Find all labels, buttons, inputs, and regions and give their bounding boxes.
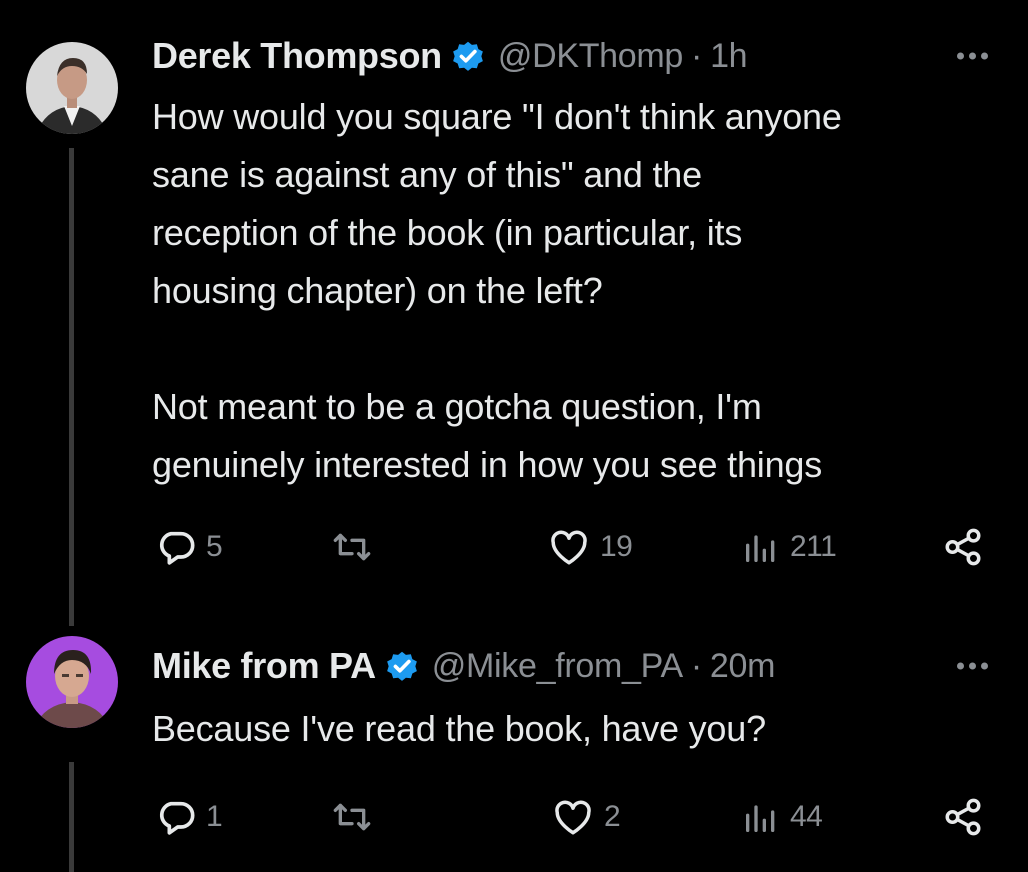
reply-count: 5 — [206, 530, 223, 563]
separator-dot: · — [691, 36, 703, 75]
more-icon[interactable] — [957, 662, 988, 670]
reply-count: 1 — [206, 800, 223, 833]
separator-dot: · — [690, 646, 702, 685]
tweet-time[interactable]: 1h — [710, 37, 748, 75]
views-icon — [746, 805, 775, 832]
handle-and-time: @DKThomp · 1h — [498, 36, 748, 76]
retweet-icon — [333, 803, 371, 831]
author-name[interactable]: Derek Thompson — [152, 35, 442, 77]
tweet-text-line: reception of the book (in particular, it… — [152, 212, 743, 253]
tweet-text: How would you square "I don't think anyo… — [152, 88, 998, 494]
reply-button[interactable]: 1 — [156, 792, 223, 842]
heart-icon — [555, 800, 591, 835]
thread-line — [69, 148, 74, 626]
views-count: 44 — [790, 800, 823, 833]
tweet-text-line: Not meant to be a gotcha question, I'm — [152, 386, 762, 427]
retweet-icon — [333, 533, 371, 561]
views-button[interactable]: 44 — [742, 792, 823, 842]
like-count: 19 — [600, 530, 633, 563]
tweet-time[interactable]: 20m — [710, 647, 776, 685]
share-icon — [945, 798, 981, 836]
verified-badge-icon — [384, 648, 420, 684]
avatar-mike-from-pa[interactable] — [26, 636, 118, 728]
tweet-header: Mike from PA @Mike_from_PA · 20m — [152, 642, 988, 690]
views-button[interactable]: 211 — [742, 522, 837, 572]
tweet-text: Because I've read the book, have you? — [152, 700, 998, 758]
verified-badge-icon — [450, 38, 486, 74]
reply-icon — [159, 531, 195, 565]
reply-button[interactable]: 5 — [156, 522, 223, 572]
thread-line — [69, 762, 74, 872]
avatar-derek-thompson[interactable] — [26, 42, 118, 134]
views-icon — [746, 535, 775, 562]
tweet-text-line: How would you square "I don't think anyo… — [152, 96, 842, 137]
share-button[interactable] — [942, 792, 984, 842]
author-handle[interactable]: @DKThomp — [498, 37, 683, 75]
like-button[interactable]: 2 — [552, 792, 621, 842]
retweet-button[interactable] — [330, 792, 374, 842]
retweet-button[interactable] — [330, 522, 374, 572]
more-icon[interactable] — [957, 52, 988, 60]
author-name[interactable]: Mike from PA — [152, 645, 376, 687]
tweet-text-line: genuinely interested in how you see thin… — [152, 444, 823, 485]
share-icon — [945, 528, 981, 566]
tweet-text-line: sane is against any of this" and the — [152, 154, 702, 195]
tweet-header: Derek Thompson @DKThomp · 1h — [152, 32, 988, 80]
like-count: 2 — [604, 800, 621, 833]
tweet-text-line: housing chapter) on the left? — [152, 270, 603, 311]
share-button[interactable] — [942, 522, 984, 572]
views-count: 211 — [790, 530, 837, 563]
author-handle[interactable]: @Mike_from_PA — [432, 647, 683, 685]
tweet-text-line: Because I've read the book, have you? — [152, 708, 766, 749]
tweet-actions: 1 2 44 — [152, 792, 992, 842]
like-button[interactable]: 19 — [548, 522, 633, 572]
reply-icon — [159, 801, 195, 835]
tweet-actions: 5 19 211 — [152, 522, 992, 572]
handle-and-time: @Mike_from_PA · 20m — [432, 646, 776, 686]
heart-icon — [551, 530, 587, 565]
